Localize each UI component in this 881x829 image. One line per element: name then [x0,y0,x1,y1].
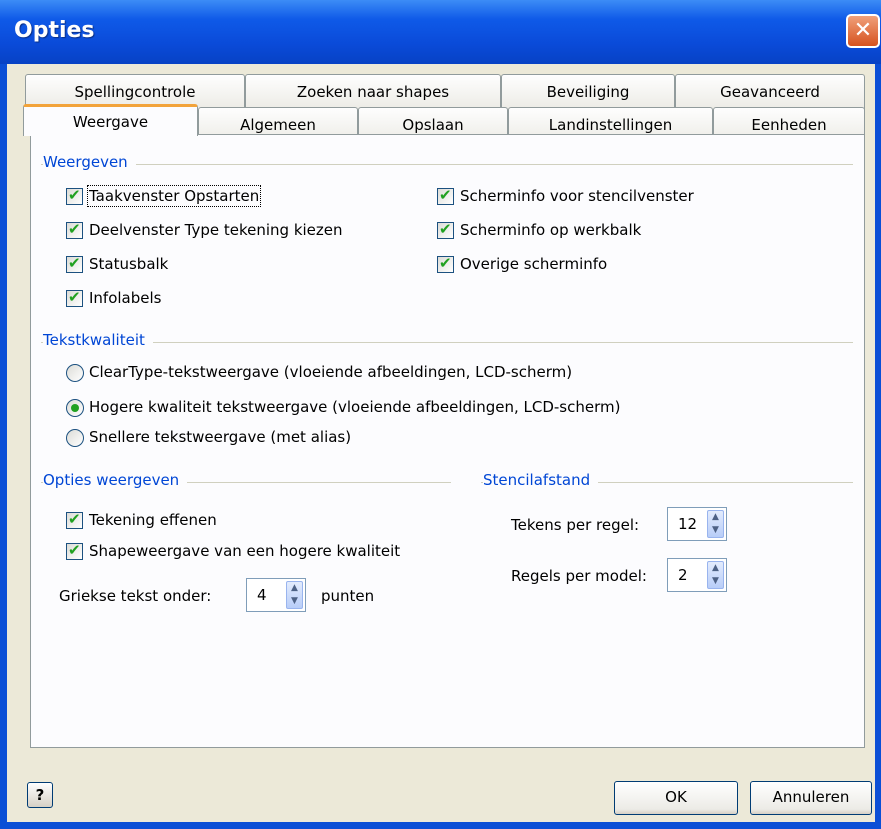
label-statusbalk[interactable]: Statusbalk [89,255,168,273]
label-deelvenster[interactable]: Deelvenster Type tekening kiezen [89,221,343,239]
spin-arrows-icon[interactable]: ▲ ▼ [707,561,724,589]
tab-panel-weergave: Weergeven Taakvenster Opstarten Deelvens… [30,134,865,748]
griekse-tekst-value[interactable]: 4 [257,586,267,604]
label-scherminfo-werkbalk[interactable]: Scherminfo op werkbalk [460,221,641,239]
label-infolabels[interactable]: Infolabels [89,289,161,307]
cancel-button[interactable]: Annuleren [750,781,872,815]
label-griekse-tekst: Griekse tekst onder: [59,587,212,605]
label-overige-scherminfo[interactable]: Overige scherminfo [460,255,607,273]
label-shapeweergave[interactable]: Shapeweergave van een hogere kwaliteit [89,542,400,560]
close-icon[interactable]: ✕ [846,14,880,48]
checkbox-infolabels[interactable] [66,288,83,307]
ok-button[interactable]: OK [614,781,738,815]
title-bar[interactable]: Opties ✕ [0,0,881,64]
tab-beveiliging[interactable]: Beveiliging [501,74,675,110]
label-hogere-kwaliteit[interactable]: Hogere kwaliteit tekstweergave (vloeiend… [89,398,620,416]
checkbox-taakvenster[interactable] [66,186,83,205]
label-snellere[interactable]: Snellere tekstweergave (met alias) [89,428,351,446]
group-title-opties-weergeven: Opties weergeven [43,471,188,489]
checkbox-shapeweergave[interactable] [66,541,83,560]
separator [41,342,853,343]
spin-arrows-icon[interactable]: ▲ ▼ [286,581,303,609]
group-title-tekstkwaliteit: Tekstkwaliteit [43,331,153,349]
radio-snellere[interactable] [66,429,84,447]
tab-weergave[interactable]: Weergave [23,104,198,136]
checkbox-tekening-effenen[interactable] [66,510,83,529]
tekens-per-regel-value[interactable]: 12 [678,515,697,533]
label-cleartype[interactable]: ClearType-tekstweergave (vloeiende afbee… [89,363,572,381]
help-icon[interactable]: ? [27,782,53,808]
checkbox-scherminfo-stencil[interactable] [437,186,454,205]
checkbox-deelvenster[interactable] [66,220,83,239]
regels-per-model-spinner[interactable]: 2 ▲ ▼ [667,558,727,592]
checkbox-overige-scherminfo[interactable] [437,254,454,273]
griekse-tekst-spinner[interactable]: 4 ▲ ▼ [246,578,306,612]
checkbox-statusbalk[interactable] [66,254,83,273]
tekens-per-regel-spinner[interactable]: 12 ▲ ▼ [667,507,727,541]
separator [41,164,853,165]
label-taakvenster[interactable]: Taakvenster Opstarten [86,185,262,207]
radio-cleartype[interactable] [66,364,84,382]
group-title-weergeven: Weergeven [43,153,136,171]
label-tekening-effenen[interactable]: Tekening effenen [89,511,217,529]
tab-zoeken-naar-shapes[interactable]: Zoeken naar shapes [245,74,501,110]
label-scherminfo-stencil[interactable]: Scherminfo voor stencilvenster [460,187,694,205]
tab-geavanceerd[interactable]: Geavanceerd [675,74,865,110]
radio-hogere-kwaliteit[interactable] [66,399,84,417]
window-title: Opties [14,18,95,43]
label-regels-per-model: Regels per model: [511,567,647,585]
regels-per-model-value[interactable]: 2 [678,566,688,584]
label-tekens-per-regel: Tekens per regel: [511,516,640,534]
options-dialog: Opties ✕ Spellingcontrole Zoeken naar sh… [0,0,881,829]
group-title-stencilafstand: Stencilafstand [483,471,599,489]
label-punten: punten [321,587,375,605]
spin-arrows-icon[interactable]: ▲ ▼ [707,510,724,538]
checkbox-scherminfo-werkbalk[interactable] [437,220,454,239]
